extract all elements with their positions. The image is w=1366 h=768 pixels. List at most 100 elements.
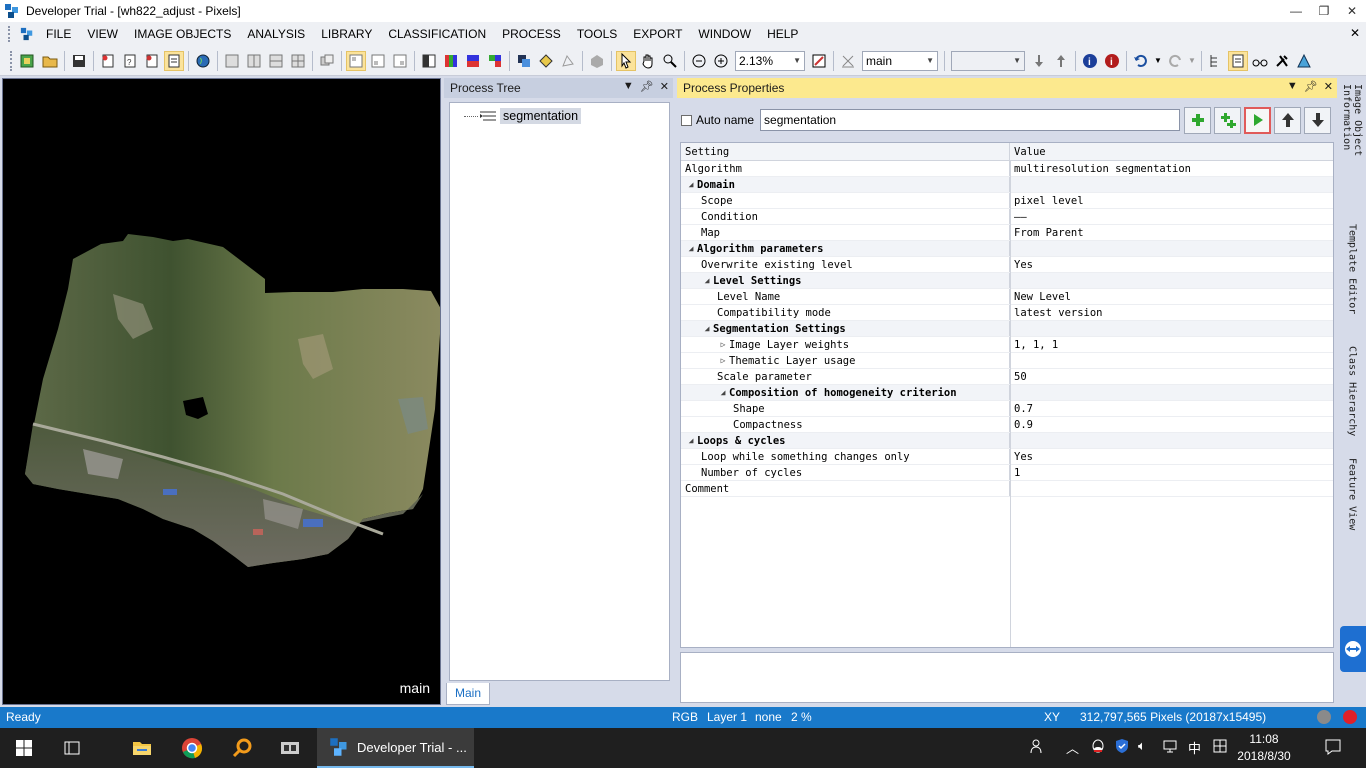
edit-image-layer-mixing-icon[interactable]: [463, 51, 483, 71]
chrome-icon[interactable]: [172, 728, 212, 768]
level-up-icon[interactable]: [1051, 51, 1071, 71]
property-group-row[interactable]: ◢ Segmentation Settings: [681, 321, 1333, 337]
undo-icon[interactable]: [1131, 51, 1151, 71]
qq-icon[interactable]: [1090, 738, 1106, 757]
taskbar-active-app[interactable]: Developer Trial - ...: [317, 728, 474, 768]
rule-set-options-icon[interactable]: ?: [120, 51, 140, 71]
expand-arrow-icon[interactable]: ▷: [717, 353, 729, 369]
menu-image-objects[interactable]: IMAGE OBJECTS: [126, 22, 239, 46]
collapse-arrow-icon[interactable]: ◢: [685, 433, 697, 449]
menu-export[interactable]: EXPORT: [625, 22, 690, 46]
info-icon[interactable]: i: [1080, 51, 1100, 71]
ime-indicator[interactable]: 中: [1188, 738, 1201, 757]
move-up-button[interactable]: [1274, 106, 1302, 134]
property-group-row[interactable]: ◢ Loops & cycles: [681, 433, 1333, 449]
expand-arrow-icon[interactable]: ▷: [717, 337, 729, 353]
add-process-button[interactable]: [1184, 106, 1212, 134]
aerial-image[interactable]: [3, 79, 440, 704]
three-layer-mix-icon[interactable]: [441, 51, 461, 71]
film-app-icon[interactable]: [270, 728, 310, 768]
properties-grid[interactable]: Setting Value Algorithm multiresolution s…: [680, 142, 1334, 648]
edit-rule-set-icon[interactable]: [142, 51, 162, 71]
open-project-icon[interactable]: [40, 51, 60, 71]
process-editor-icon[interactable]: [1228, 50, 1248, 71]
tab-class-hierarchy[interactable]: Class Hierarchy: [1341, 346, 1363, 442]
results-view-icon[interactable]: [390, 51, 410, 71]
collapse-arrow-icon[interactable]: ◢: [701, 321, 713, 337]
pointer-tool-icon[interactable]: [616, 50, 636, 71]
image-view[interactable]: main: [2, 78, 441, 705]
pixel-view-icon[interactable]: [485, 51, 505, 71]
network-icon[interactable]: [1162, 738, 1178, 757]
redo-icon[interactable]: [1165, 51, 1185, 71]
workflow-view-icon[interactable]: [346, 50, 366, 71]
close-window-button[interactable]: ✕: [1338, 0, 1366, 22]
globe-icon[interactable]: [193, 51, 213, 71]
menu-tools[interactable]: TOOLS: [569, 22, 625, 46]
property-value-cell[interactable]: pixel level: [1010, 193, 1084, 208]
property-value-cell[interactable]: latest version: [1010, 305, 1103, 320]
pin-icon[interactable]: 📌︎: [1304, 80, 1318, 93]
zoom-out-icon[interactable]: [689, 51, 709, 71]
property-row[interactable]: Algorithm multiresolution segmentation: [681, 161, 1333, 177]
property-row[interactable]: Compatibility mode latest version: [681, 305, 1333, 321]
property-group-row[interactable]: ◢ Domain: [681, 177, 1333, 193]
delete-level-icon[interactable]: [838, 51, 858, 71]
property-value-cell[interactable]: 1: [1010, 465, 1020, 480]
property-row[interactable]: Loop while something changes only Yes: [681, 449, 1333, 465]
menu-close-icon[interactable]: ✕: [1350, 26, 1360, 40]
property-value-cell[interactable]: Yes: [1010, 449, 1033, 464]
property-group-row[interactable]: ◢ Level Settings: [681, 273, 1333, 289]
glasses-icon[interactable]: [1250, 51, 1270, 71]
menu-process[interactable]: PROCESS: [494, 22, 569, 46]
zoom-combo[interactable]: 2.13% ▼: [735, 50, 805, 71]
add-child-button[interactable]: [1214, 106, 1242, 134]
volume-icon[interactable]: 🔈︎: [1138, 738, 1146, 754]
zoom-in-icon[interactable]: [711, 51, 731, 71]
tray-expand-icon[interactable]: ︿: [1066, 738, 1079, 757]
shield-icon[interactable]: [1114, 738, 1130, 757]
pan-tool-icon[interactable]: [638, 51, 658, 71]
property-row[interactable]: Number of cycles 1: [681, 465, 1333, 481]
copy-view-icon[interactable]: [317, 51, 337, 71]
menu-file[interactable]: FILE: [38, 22, 79, 46]
close-icon[interactable]: ✕: [660, 80, 669, 93]
property-value-cell[interactable]: Yes: [1010, 257, 1033, 272]
property-row[interactable]: Scope pixel level: [681, 193, 1333, 209]
file-explorer-icon[interactable]: [122, 728, 162, 768]
pin-icon[interactable]: 📌︎: [640, 80, 654, 93]
property-value-cell[interactable]: 1, 1, 1: [1010, 337, 1058, 352]
view-layout-1-icon[interactable]: [222, 51, 242, 71]
property-value-cell[interactable]: 0.7: [1010, 401, 1033, 416]
menu-window[interactable]: WINDOW: [690, 22, 759, 46]
property-value-cell[interactable]: 0.9: [1010, 417, 1033, 432]
single-layer-icon[interactable]: [419, 51, 439, 71]
property-value-cell[interactable]: New Level: [1010, 289, 1071, 304]
menu-help[interactable]: HELP: [759, 22, 806, 46]
move-down-button[interactable]: [1304, 106, 1332, 134]
auto-name-checkbox[interactable]: [681, 114, 692, 126]
property-row[interactable]: ▷ Thematic Layer usage: [681, 353, 1333, 369]
view-layout-3-icon[interactable]: [266, 51, 286, 71]
search-app-icon[interactable]: [222, 728, 262, 768]
view-layout-4-icon[interactable]: [288, 51, 308, 71]
menu-view[interactable]: VIEW: [79, 22, 126, 46]
hierarchy-icon[interactable]: [1206, 51, 1226, 71]
property-row[interactable]: Scale parameter 50: [681, 369, 1333, 385]
view-layout-2-icon[interactable]: [244, 51, 264, 71]
undo-dropdown-icon[interactable]: ▼: [1153, 51, 1163, 71]
execute-button[interactable]: [1244, 106, 1272, 134]
menu-analysis[interactable]: ANALYSIS: [239, 22, 313, 46]
toolbar-grip[interactable]: [10, 50, 13, 71]
level-down-icon[interactable]: [1029, 51, 1049, 71]
process-tree-list[interactable]: segmentation: [449, 102, 670, 681]
property-row[interactable]: Condition ——: [681, 209, 1333, 225]
property-row[interactable]: Overwrite existing level Yes: [681, 257, 1333, 273]
property-row[interactable]: Map From Parent: [681, 225, 1333, 241]
tree-node-segmentation[interactable]: segmentation: [464, 108, 582, 124]
new-project-icon[interactable]: [18, 51, 38, 71]
status-stop-icon[interactable]: [1342, 709, 1358, 728]
polygons-icon[interactable]: [558, 51, 578, 71]
collapse-arrow-icon[interactable]: ◢: [717, 385, 729, 401]
property-row[interactable]: Comment: [681, 481, 1333, 497]
